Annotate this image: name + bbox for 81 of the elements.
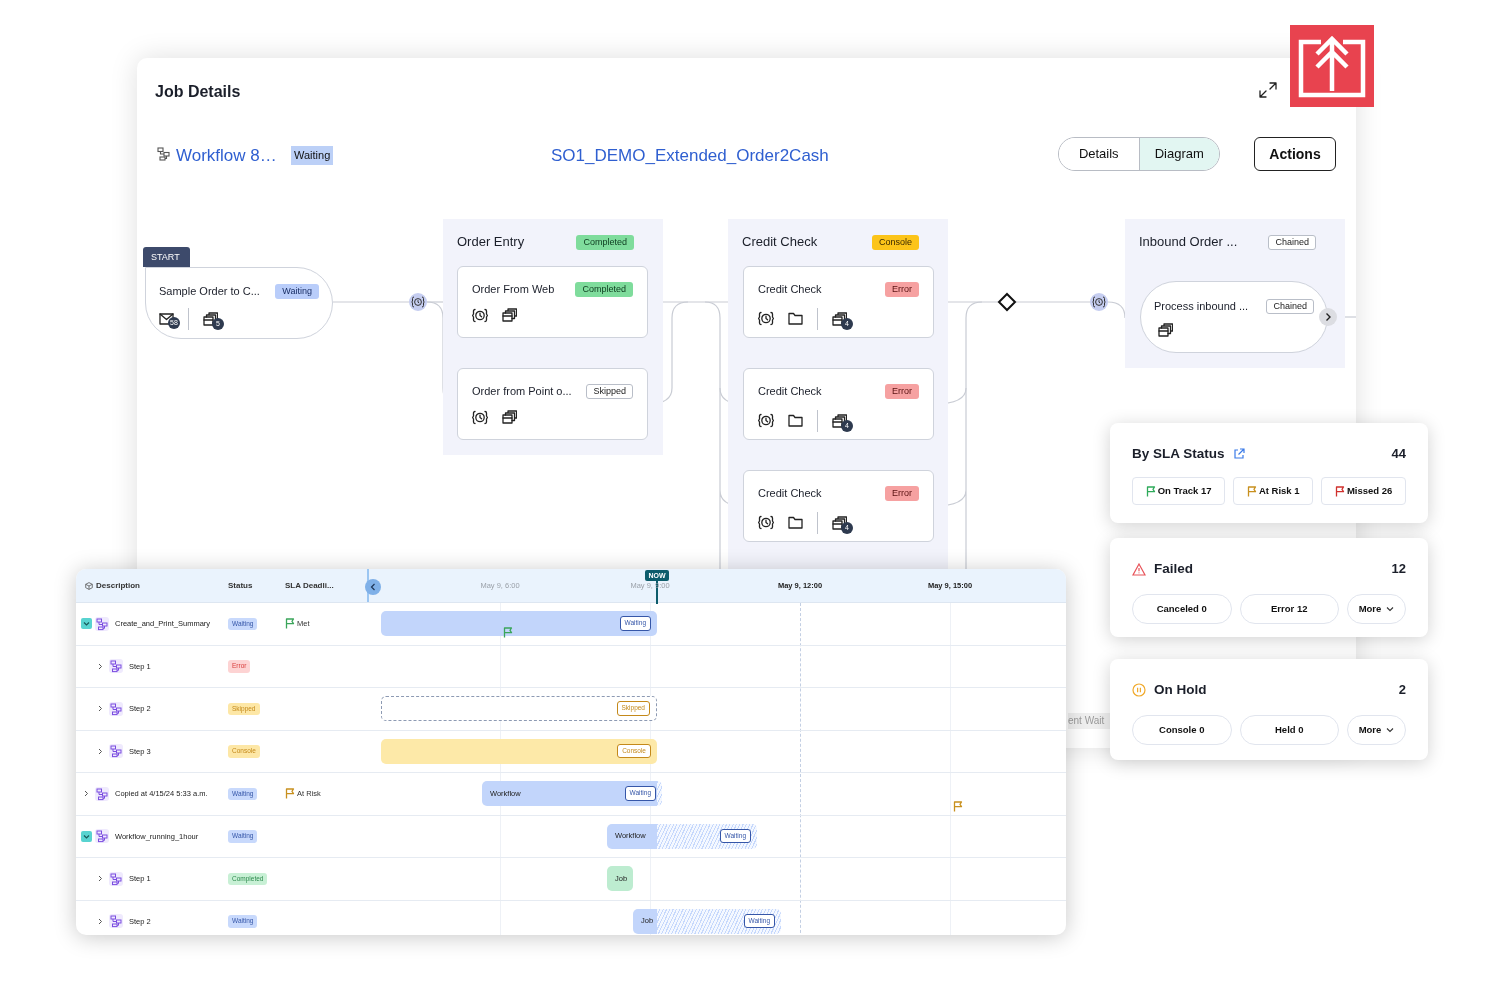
- workflow-icon: [109, 914, 123, 929]
- filter-button[interactable]: On Track 17: [1132, 477, 1226, 505]
- folder-icon: [788, 414, 803, 427]
- node-title: Process inbound ...: [1154, 299, 1249, 314]
- stack-icon: [502, 410, 517, 424]
- total-count: 44: [1391, 445, 1406, 464]
- job-name-link[interactable]: SO1_DEMO_Extended_Order2Cash: [551, 143, 829, 169]
- collapse-toggle[interactable]: [81, 618, 92, 630]
- clock-icon: [758, 515, 774, 530]
- node-title: Credit Check: [758, 384, 822, 399]
- workflow-icon: [157, 147, 171, 161]
- workflow-link[interactable]: Workflow 8…: [176, 143, 277, 169]
- clock-icon: [758, 413, 774, 428]
- chevron-down-icon: [1386, 727, 1395, 733]
- column-header[interactable]: Description: [96, 579, 140, 592]
- node-title: Credit Check: [758, 282, 822, 297]
- status-badge: Waiting: [291, 146, 334, 165]
- start-tag: START: [143, 247, 190, 267]
- workflow-icon: [109, 701, 123, 716]
- chevron-left-icon: [370, 583, 376, 591]
- filter-button[interactable]: Canceled 0: [1132, 594, 1232, 624]
- partial-label: ent Wait: [1068, 713, 1110, 729]
- external-link-icon[interactable]: [1232, 448, 1245, 460]
- clock-icon: [409, 293, 427, 311]
- status-badge: Skipped: [586, 383, 633, 399]
- workflow-icon: [95, 786, 109, 801]
- workflow-icon: [95, 616, 109, 631]
- pause-icon: [1132, 683, 1146, 697]
- workflow-icon: [109, 871, 123, 886]
- filter-button[interactable]: Missed 26: [1321, 477, 1406, 505]
- workflow-icon: [109, 744, 123, 759]
- card-title: Failed: [1154, 559, 1193, 578]
- node-title: Order from Point o...: [472, 384, 572, 399]
- column-header[interactable]: Status: [228, 579, 253, 592]
- total-count: 12: [1391, 560, 1406, 579]
- group-title: Inbound Order ...: [1139, 233, 1238, 252]
- clock-icon: [1090, 293, 1108, 311]
- collapse-toggle[interactable]: [81, 830, 92, 842]
- group-title: Credit Check: [742, 233, 818, 252]
- filter-button[interactable]: Held 0: [1239, 715, 1339, 745]
- node-title: Sample Order to C...: [159, 284, 260, 299]
- stack-icon: [502, 308, 517, 322]
- folder-icon: [788, 516, 803, 529]
- more-button[interactable]: More: [1347, 594, 1406, 624]
- group-title: Order Entry: [457, 233, 525, 252]
- status-badge: Waiting: [275, 283, 319, 299]
- warning-icon: [1132, 562, 1146, 576]
- card-title: By SLA Status: [1132, 444, 1225, 463]
- column-header[interactable]: SLA Deadli...: [285, 579, 334, 592]
- workflow-icon: [109, 659, 123, 674]
- status-badge: Error: [885, 485, 919, 501]
- diamond-icon: [997, 292, 1017, 312]
- filter-button[interactable]: Error 12: [1239, 594, 1339, 624]
- stack-icon: [832, 413, 847, 428]
- workflow-icon: [95, 829, 109, 844]
- status-badge: Completed: [575, 281, 633, 297]
- view-tab[interactable]: Diagram: [1138, 138, 1219, 170]
- chevron-down-icon: [1386, 606, 1395, 612]
- status-badge: Chained: [1266, 298, 1314, 314]
- chevron-right-icon[interactable]: [1319, 308, 1337, 326]
- cube-icon: [85, 581, 93, 590]
- stack-icon: [203, 311, 218, 326]
- status-badge: Error: [885, 281, 919, 297]
- actions-button[interactable]: Actions: [1254, 137, 1336, 171]
- filter-button[interactable]: At Risk 1: [1233, 477, 1314, 505]
- clock-icon: [472, 307, 488, 323]
- stack-icon: [832, 515, 847, 530]
- total-count: 2: [1398, 681, 1406, 700]
- window-title: Job Details: [155, 82, 241, 102]
- node-title: Credit Check: [758, 486, 822, 501]
- stack-icon: [832, 311, 847, 326]
- clock-icon: [472, 409, 488, 425]
- folder-icon: [788, 312, 803, 325]
- stack-icon: [1158, 322, 1173, 337]
- filter-button[interactable]: Console 0: [1132, 715, 1232, 745]
- card-title: On Hold: [1154, 680, 1207, 699]
- node-title: Order From Web: [472, 282, 555, 297]
- status-badge: Error: [885, 383, 919, 399]
- expand-icon[interactable]: [1259, 82, 1277, 98]
- more-button[interactable]: More: [1347, 715, 1406, 745]
- clock-icon: [758, 311, 774, 326]
